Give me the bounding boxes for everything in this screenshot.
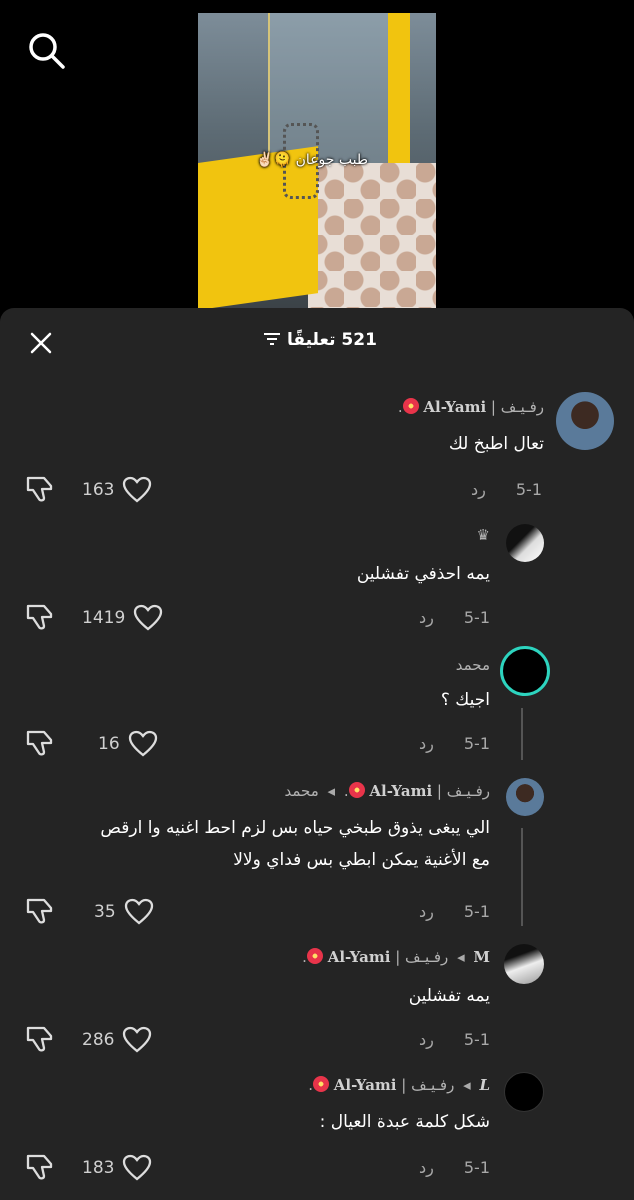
comment-date: 5-1 xyxy=(463,734,490,753)
video-floor xyxy=(308,163,436,310)
heart-icon xyxy=(123,1026,152,1053)
comments-header: 521 تعليقًا xyxy=(0,308,634,374)
like-button[interactable]: 35 xyxy=(94,898,154,926)
video-caption: طبب جوعان 🫠✌🏻 xyxy=(256,152,368,168)
reply-button[interactable]: رد xyxy=(419,608,434,627)
comment-text: يمه احذفي تفشلين xyxy=(356,564,490,584)
flower-emoji-icon xyxy=(348,782,365,798)
comment-author[interactable]: M xyxy=(473,948,490,966)
comment-author[interactable]: L xyxy=(479,1076,490,1094)
comment-date: 5-1 xyxy=(463,902,490,921)
comment-text: شكل كلمة عبدة العيال : xyxy=(319,1112,490,1132)
thumbs-down-icon xyxy=(26,476,53,502)
flower-emoji-icon xyxy=(306,948,323,964)
reply-button[interactable]: رد xyxy=(419,734,434,753)
like-count: 16 xyxy=(98,734,120,754)
like-count: 1419 xyxy=(82,608,126,628)
comment-username[interactable]: ♛ xyxy=(477,526,490,544)
search-button[interactable] xyxy=(26,30,66,70)
comment-meta: 5-1 رد xyxy=(419,734,490,753)
comment-reply: رفـيـف | Al-Yami . ◂ محمد الي يبغى يذوق … xyxy=(0,776,634,936)
comment: ♛ يمه احذفي تفشلين 5-1 رد 1419 xyxy=(0,524,634,644)
dislike-button[interactable] xyxy=(24,1024,56,1058)
avatar[interactable] xyxy=(504,1072,544,1112)
flower-emoji-icon xyxy=(402,398,419,414)
reply-arrow-icon: ◂ xyxy=(327,782,336,800)
search-icon xyxy=(29,33,65,69)
comment-meta: 5-1 رد xyxy=(471,480,542,499)
comment: رفـيـف | Al-Yami . تعال اطبخ لك 5-1 رد 16… xyxy=(0,392,634,512)
avatar[interactable] xyxy=(506,524,544,562)
thread-line xyxy=(521,708,523,760)
like-button[interactable]: 1419 xyxy=(82,604,163,632)
comment-date: 5-1 xyxy=(463,1030,490,1049)
thumbs-down-icon xyxy=(26,604,53,630)
thumbs-down-icon xyxy=(26,898,53,924)
like-count: 163 xyxy=(82,480,115,500)
thread-line xyxy=(521,828,523,926)
reply-button[interactable]: رد xyxy=(419,1030,434,1049)
dislike-button[interactable] xyxy=(24,602,56,636)
comment-meta: 5-1 رد xyxy=(419,902,490,921)
heart-icon xyxy=(134,604,163,631)
comment-meta: 5-1 رد xyxy=(419,1158,490,1177)
heart-icon xyxy=(124,898,153,925)
comment-date: 5-1 xyxy=(463,1158,490,1177)
comment-text: اجيك ؟ xyxy=(440,690,490,710)
comment-reply: M ◂ رفـيـف | Al-Yami . يمه تفشلين 5-1رد … xyxy=(0,944,634,1074)
thumbs-down-icon xyxy=(26,730,53,756)
reply-button[interactable]: رد xyxy=(419,1158,434,1177)
like-count: 286 xyxy=(82,1030,115,1050)
dislike-button[interactable] xyxy=(24,474,56,508)
comment-date: 5-1 xyxy=(463,608,490,627)
like-button[interactable]: 163 xyxy=(82,476,152,504)
dislike-button[interactable] xyxy=(24,1152,56,1186)
reply-arrow-icon: ◂ xyxy=(463,1076,471,1094)
comment-text: الي يبغى يذوق طبخي حياه بس لزم احط اغنيه… xyxy=(20,812,490,876)
avatar[interactable] xyxy=(504,944,544,984)
comment-reply: L ◂ رفـيـف | Al-Yami . شكل كلمة عبدة الع… xyxy=(0,1072,634,1200)
like-button[interactable]: 16 xyxy=(98,730,158,758)
like-button[interactable]: 183 xyxy=(82,1154,152,1182)
reply-arrow-icon: ◂ xyxy=(457,948,465,966)
filter-icon xyxy=(264,333,281,345)
heart-icon xyxy=(123,476,152,503)
comment-date: 5-1 xyxy=(515,480,542,499)
comment-username[interactable]: L ◂ رفـيـف | Al-Yami . xyxy=(308,1076,490,1094)
reply-button[interactable]: رد xyxy=(471,480,486,499)
flower-emoji-icon xyxy=(312,1076,329,1092)
dislike-button[interactable] xyxy=(24,728,56,762)
comment-username[interactable]: M ◂ رفـيـف | Al-Yami . xyxy=(302,948,490,966)
dislike-button[interactable] xyxy=(24,896,56,930)
comments-sheet: 521 تعليقًا رفـيـف | Al-Yami . تعال اطبخ… xyxy=(0,308,634,1200)
comment-text: تعال اطبخ لك xyxy=(448,434,544,454)
thumbs-down-icon xyxy=(26,1026,53,1052)
comments-count: 521 تعليقًا xyxy=(287,330,377,350)
reply-to-user[interactable]: محمد xyxy=(284,782,318,800)
comment-text-line: مع الأغنية يمكن ابطي بس فداي ولالا xyxy=(233,850,490,870)
like-count: 35 xyxy=(94,902,116,922)
like-button[interactable]: 286 xyxy=(82,1026,152,1054)
comment-meta: 5-1 رد xyxy=(419,1030,490,1049)
comment-text-line: الي يبغى يذوق طبخي حياه بس لزم احط اغنيه… xyxy=(100,818,490,838)
comment: محمد اجيك ؟ 5-1 رد 16 xyxy=(0,646,634,776)
comments-title[interactable]: 521 تعليقًا xyxy=(0,330,634,350)
heart-icon xyxy=(128,730,157,757)
avatar[interactable] xyxy=(500,646,550,696)
comment-text: يمه تفشلين xyxy=(408,986,490,1006)
avatar[interactable] xyxy=(556,392,614,450)
avatar[interactable] xyxy=(506,778,544,816)
comment-username[interactable]: رفـيـف | Al-Yami . xyxy=(398,398,544,416)
reply-button[interactable]: رد xyxy=(419,902,434,921)
comment-username[interactable]: محمد xyxy=(456,656,490,674)
thumbs-down-icon xyxy=(26,1154,53,1180)
comment-meta: 5-1 رد xyxy=(419,608,490,627)
video-player[interactable]: طبب جوعان 🫠✌🏻 xyxy=(198,13,436,310)
comment-username[interactable]: رفـيـف | Al-Yami . ◂ محمد xyxy=(284,782,490,800)
video-area: طبب جوعان 🫠✌🏻 xyxy=(0,0,634,320)
like-count: 183 xyxy=(82,1158,115,1178)
heart-icon xyxy=(123,1154,152,1181)
